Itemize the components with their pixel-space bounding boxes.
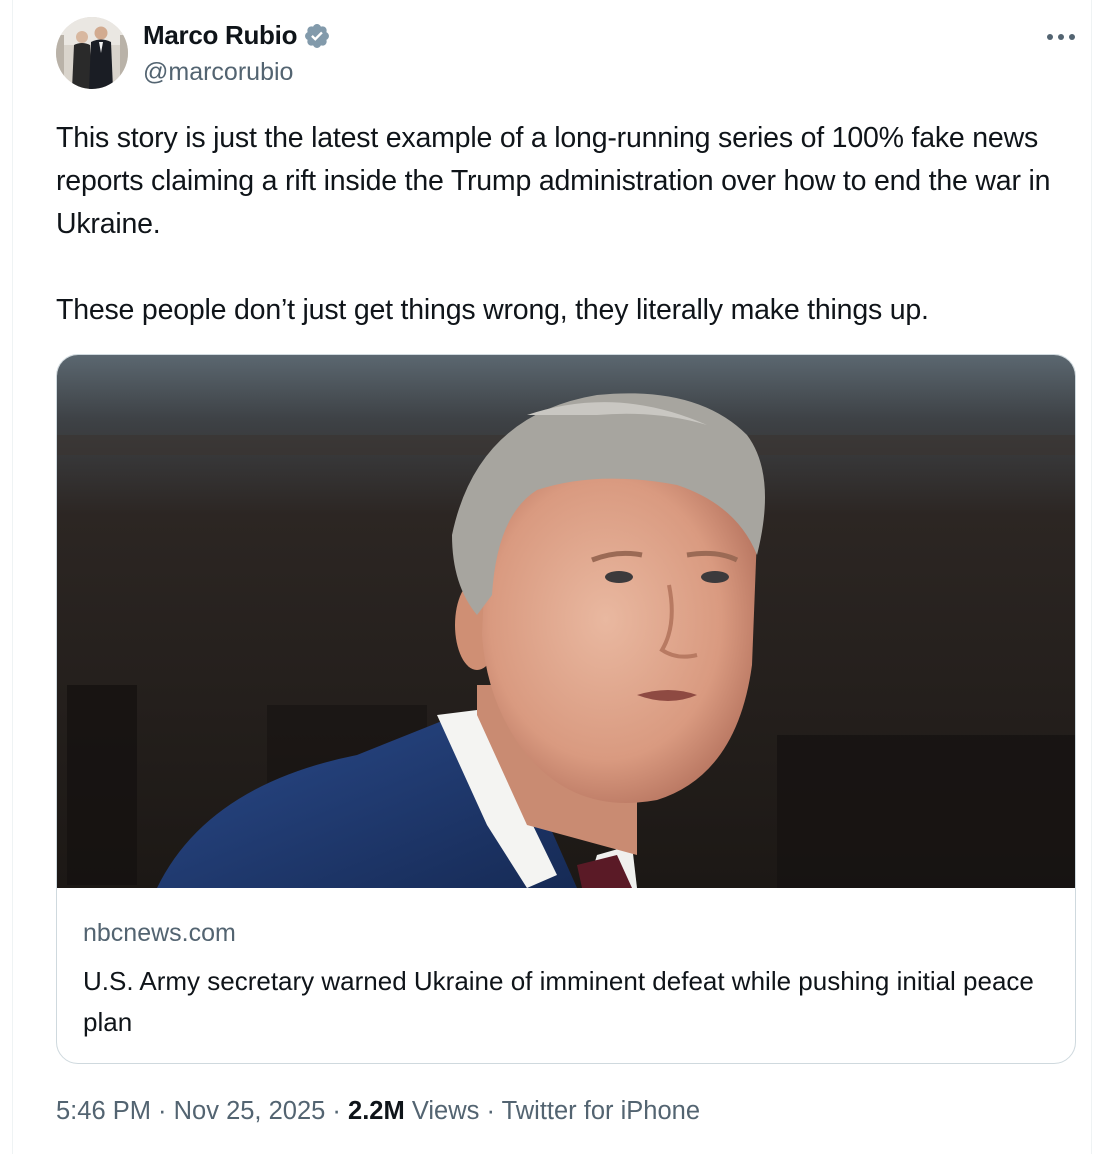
- link-preview-card[interactable]: nbcnews.com U.S. Army secretary warned U…: [56, 354, 1076, 1064]
- meta-separator: ·: [325, 1097, 349, 1125]
- views-label: Views: [411, 1097, 480, 1125]
- tweet-time[interactable]: 5:46 PM: [56, 1097, 151, 1125]
- views-count: 2.2M: [348, 1097, 405, 1125]
- verified-badge-icon[interactable]: [303, 22, 331, 50]
- tweet-meta: 5:46 PM · Nov 25, 2025 · 2.2M Views · Tw…: [56, 1097, 700, 1126]
- tweet-container: Marco Rubio @marcorubio This story is ju…: [12, 0, 1092, 1154]
- meta-separator: ·: [479, 1097, 502, 1125]
- more-options-icon[interactable]: [1041, 22, 1081, 52]
- author-name[interactable]: Marco Rubio: [143, 20, 297, 51]
- tweet-text: This story is just the latest example of…: [56, 117, 1066, 332]
- author-handle[interactable]: @marcorubio: [143, 58, 293, 87]
- author-name-row: Marco Rubio: [143, 20, 331, 51]
- tweet-paragraph-1: This story is just the latest example of…: [56, 122, 1051, 240]
- meta-separator: ·: [150, 1097, 174, 1125]
- tweet-date[interactable]: Nov 25, 2025: [174, 1097, 326, 1125]
- card-title: U.S. Army secretary warned Ukraine of im…: [83, 966, 1034, 1037]
- card-domain: nbcnews.com: [83, 919, 236, 947]
- article-image: [57, 355, 1075, 888]
- author-avatar[interactable]: [56, 17, 128, 89]
- tweet-paragraph-2: These people don’t just get things wrong…: [56, 294, 929, 326]
- tweet-source[interactable]: Twitter for iPhone: [502, 1097, 700, 1125]
